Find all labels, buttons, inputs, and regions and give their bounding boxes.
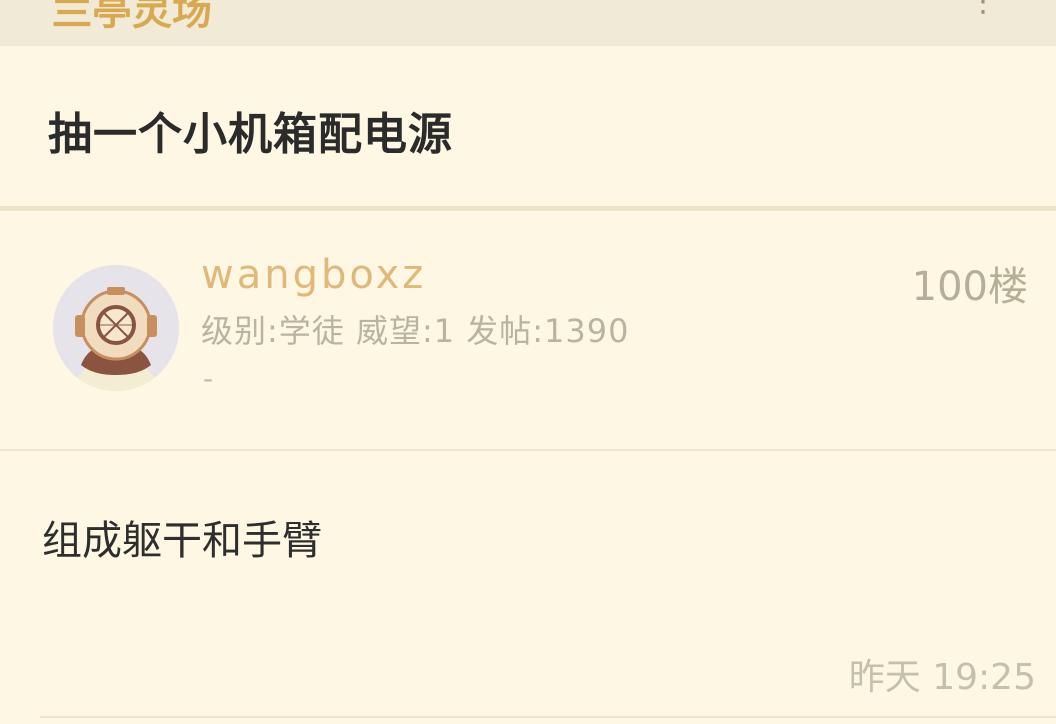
top-bar: 兰亭灵场 ⋮ — [0, 0, 1056, 46]
thread-page: 兰亭灵场 ⋮ 抽一个小机箱配电源 wangboxz 级别:学徒 威望:1 发帖:… — [0, 0, 1056, 724]
divider — [0, 206, 1056, 211]
user-meta: 级别:学徒 威望:1 发帖:1390 — [201, 312, 630, 350]
post-time: 昨天 19:25 — [848, 657, 1036, 698]
floor-number: 100楼 — [911, 264, 1028, 310]
avatar-image — [53, 265, 179, 391]
user-signature: - — [203, 362, 214, 395]
more-icon[interactable]: ⋮ — [968, 0, 998, 19]
username[interactable]: wangboxz — [201, 252, 426, 298]
divider — [0, 449, 1056, 451]
divider — [40, 716, 1056, 718]
post-content: 组成躯干和手臂 — [42, 518, 322, 564]
thread-title: 抽一个小机箱配电源 — [48, 109, 453, 160]
diving-helmet-avatar-icon[interactable] — [53, 265, 179, 391]
forum-title[interactable]: 兰亭灵场 — [52, 0, 212, 36]
